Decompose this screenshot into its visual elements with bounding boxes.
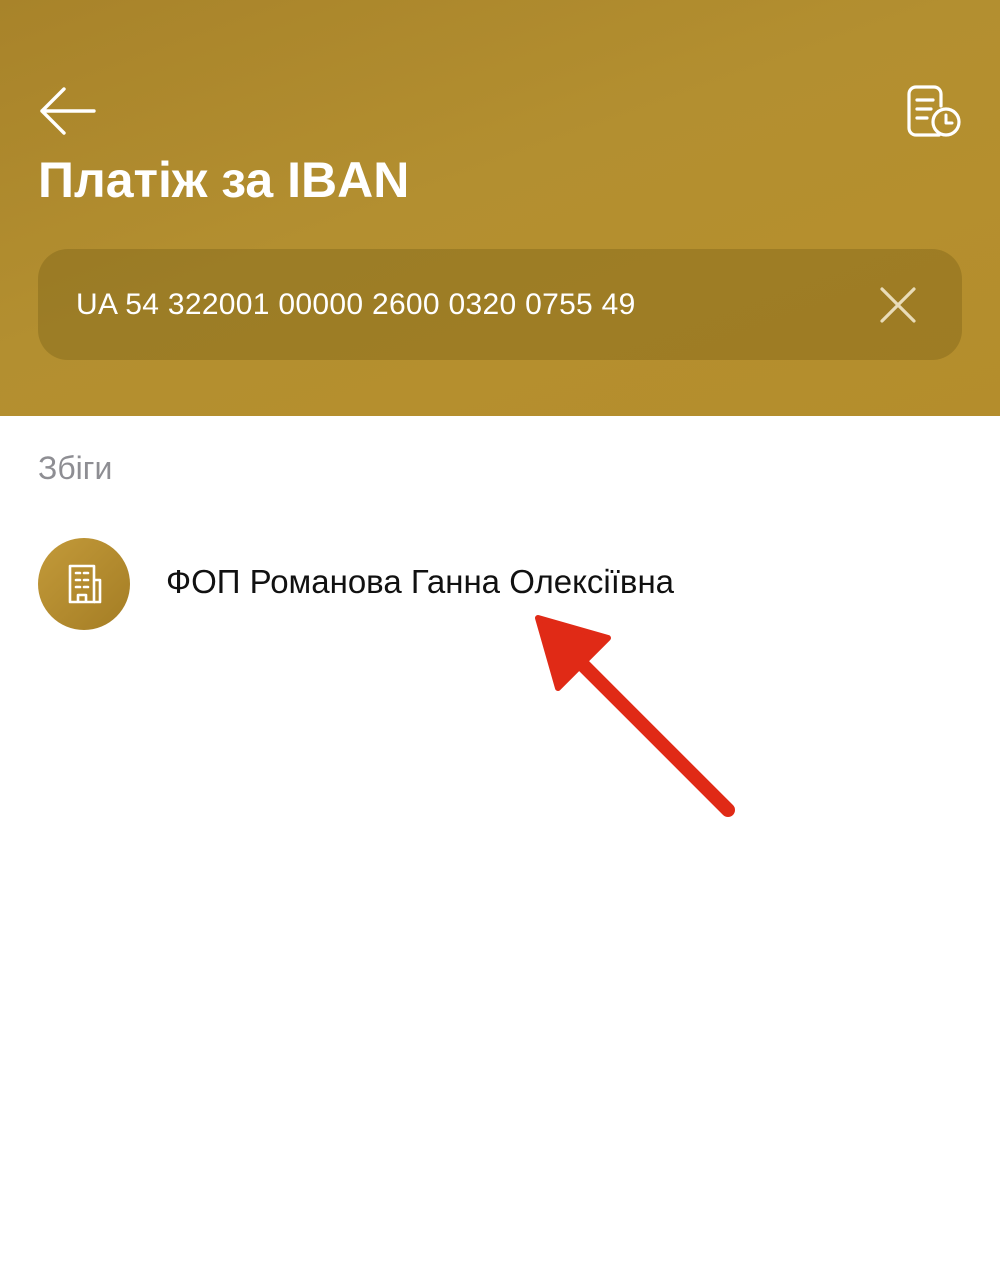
back-button[interactable] (36, 82, 100, 140)
list-item[interactable]: ФОП Романова Ганна Олексіївна (0, 528, 1000, 640)
close-icon (880, 287, 916, 323)
building-icon (68, 564, 102, 604)
matches-section-label: Збіги (38, 450, 113, 486)
clear-input-button[interactable] (876, 283, 920, 327)
document-history-icon (907, 85, 961, 137)
iban-payment-screen: Платіж за IBAN UA 54 322001 00000 2600 0… (0, 0, 1000, 1280)
recipient-name: ФОП Романова Ганна Олексіївна (166, 563, 675, 600)
iban-input-value: UA 54 322001 00000 2600 0320 0755 49 (76, 288, 636, 321)
avatar (38, 538, 130, 630)
header: Платіж за IBAN UA 54 322001 00000 2600 0… (0, 0, 1000, 416)
payment-history-button[interactable] (902, 82, 966, 142)
page-title: Платіж за IBAN (38, 152, 410, 208)
red-arrow-annotation (535, 615, 735, 817)
iban-input[interactable]: UA 54 322001 00000 2600 0320 0755 49 (38, 249, 962, 360)
arrow-left-icon (40, 87, 96, 135)
